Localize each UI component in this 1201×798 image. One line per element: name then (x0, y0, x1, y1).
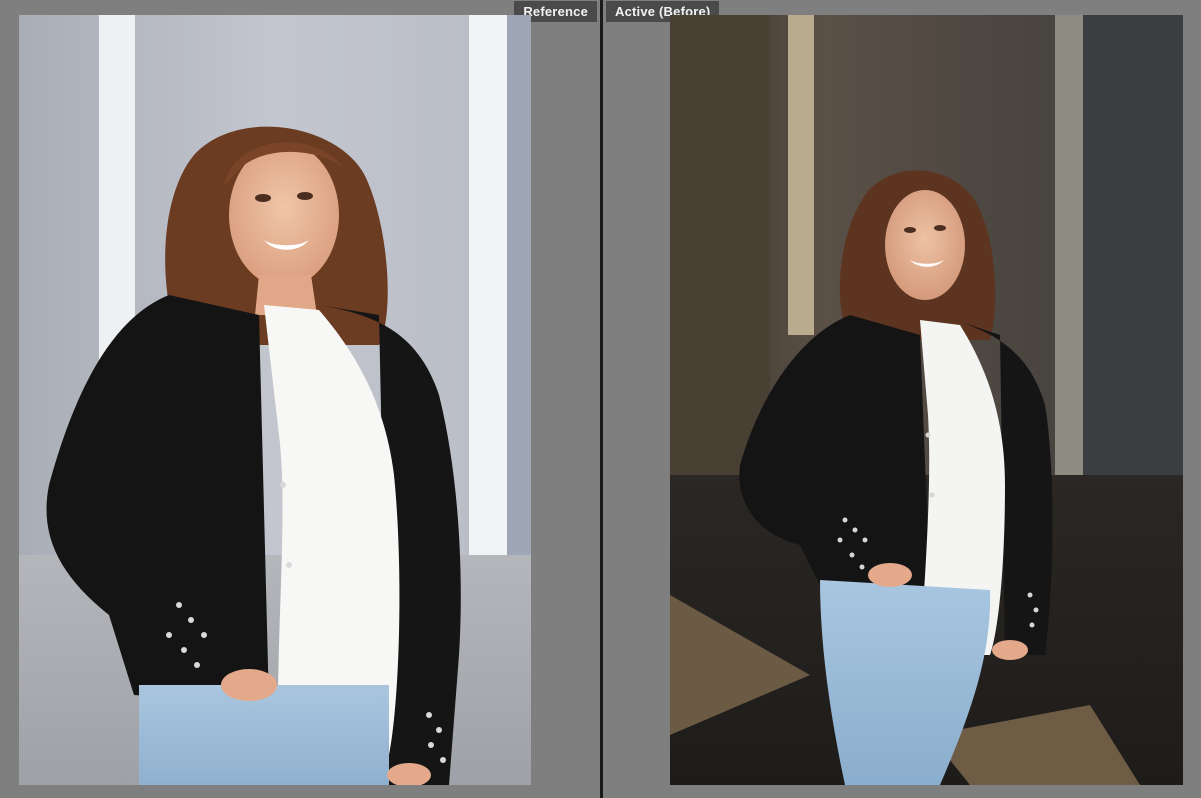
active-photo[interactable] (670, 15, 1183, 785)
reference-pane[interactable]: Reference (0, 0, 600, 798)
active-pane[interactable]: Active (Before) (603, 0, 1201, 798)
portrait-photo-icon (19, 15, 531, 785)
portrait-photo-icon (670, 15, 1183, 785)
reference-photo[interactable] (19, 15, 531, 785)
compare-view: Reference Active (Before) (0, 0, 1201, 798)
